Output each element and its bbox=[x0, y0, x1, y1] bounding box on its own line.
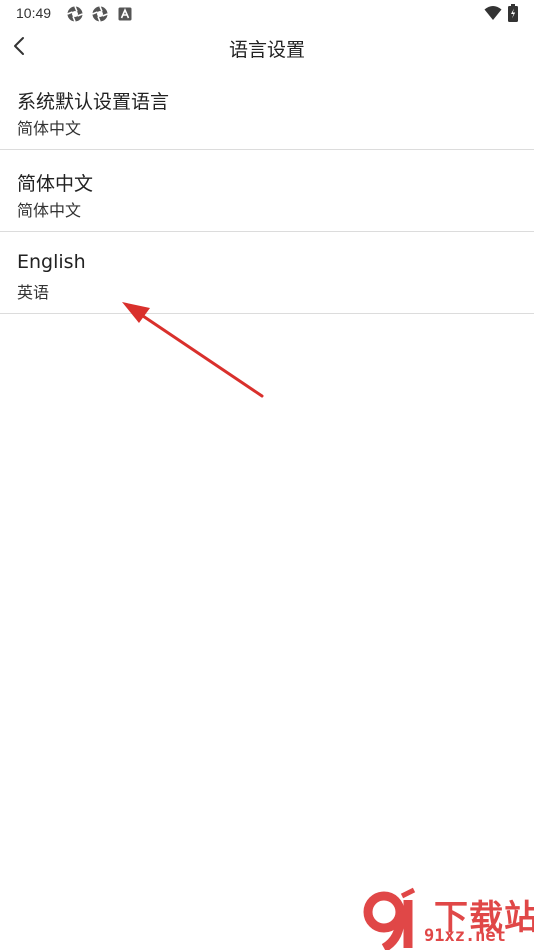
language-name: English bbox=[17, 251, 86, 273]
watermark: 下载站 91xz.net bbox=[362, 886, 534, 950]
language-item-english[interactable]: English 英语 bbox=[0, 232, 534, 314]
language-subtitle: 英语 bbox=[17, 283, 50, 302]
language-name: 简体中文 bbox=[17, 173, 94, 195]
language-item-system-default[interactable]: 系统默认设置语言 简体中文 bbox=[0, 68, 534, 150]
status-bar: 10:49 bbox=[0, 0, 534, 28]
language-item-simplified-chinese[interactable]: 简体中文 简体中文 bbox=[0, 150, 534, 232]
aperture-icon bbox=[92, 6, 108, 26]
app-bar: 语言设置 bbox=[0, 28, 534, 68]
status-time: 10:49 bbox=[16, 5, 52, 21]
page-title: 语言设置 bbox=[228, 39, 305, 61]
language-subtitle: 简体中文 bbox=[17, 119, 82, 138]
battery-icon bbox=[508, 4, 518, 26]
language-list: 系统默认设置语言 简体中文 简体中文 简体中文 English 英语 bbox=[0, 68, 534, 314]
watermark-domain: 91xz.net bbox=[424, 926, 506, 946]
language-subtitle: 简体中文 bbox=[17, 201, 82, 220]
watermark-logo-icon bbox=[363, 887, 416, 950]
wifi-icon bbox=[484, 5, 502, 25]
aperture-icon bbox=[67, 6, 83, 26]
language-name: 系统默认设置语言 bbox=[17, 91, 170, 113]
font-a-icon bbox=[118, 6, 132, 25]
